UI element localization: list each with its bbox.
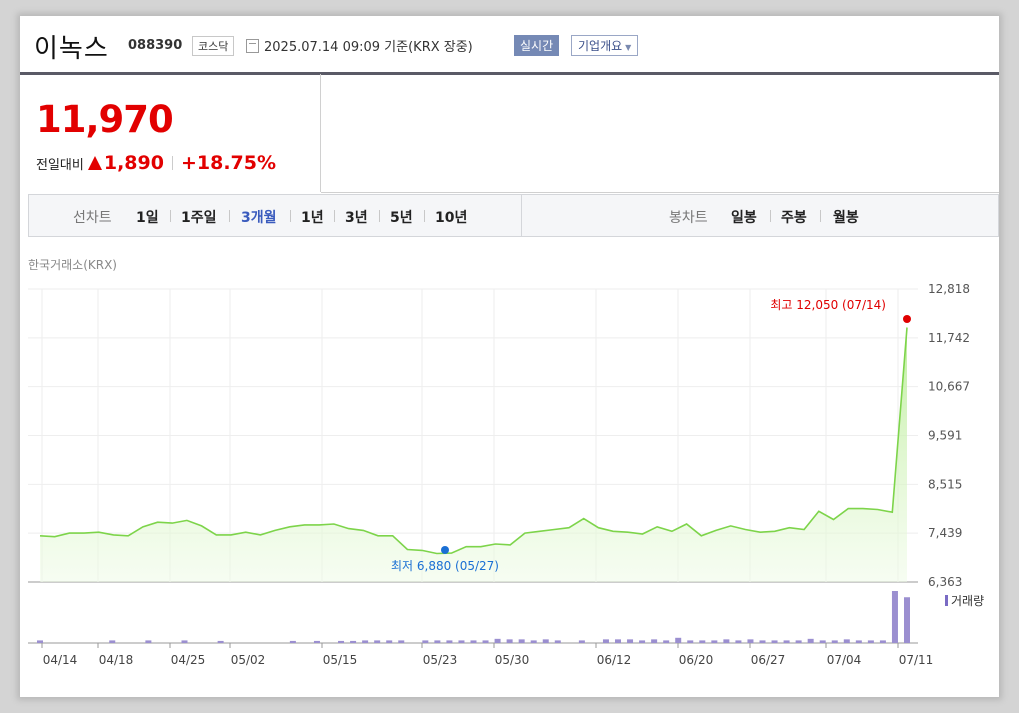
volume-bar [494,638,501,643]
x-tick-label: 04/14 [43,653,78,667]
volume-bar [313,640,320,643]
y-tick-label: 7,439 [928,526,962,540]
volume-bar [338,640,345,643]
volume-bar [783,640,790,643]
volume-legend-swatch [945,595,948,606]
volume-bar [458,640,465,643]
x-tick-label: 05/15 [323,653,358,667]
volume-bar [289,640,296,643]
volume-bar [578,640,585,643]
x-tick-label: 07/11 [899,653,934,667]
y-tick-label: 9,591 [928,429,962,443]
volume-bar [554,640,561,643]
volume-bar [843,639,850,643]
volume-bar [470,640,477,643]
volume-bar [639,640,646,643]
volume-bar [506,639,513,643]
x-tick-label: 04/25 [171,653,206,667]
volume-bar [867,640,874,643]
high-marker [903,315,911,323]
stock-widget: 이녹스 088390 코스닥 2025.07.14 09:09 기준(KRX 장… [20,16,999,697]
low-marker [441,546,449,554]
volume-bar [699,640,706,643]
volume-bar [181,640,188,643]
volume-bar [482,640,489,643]
low-label: 최저 6,880 (05/27) [391,559,499,573]
volume-bar [807,638,814,643]
volume-bar [675,637,682,643]
volume-bar [530,640,537,643]
volume-bar [735,640,742,643]
volume-bar [723,639,730,643]
volume-bar [891,591,898,643]
volume-bar [37,640,43,643]
x-tick-label: 05/30 [495,653,530,667]
volume-bar [819,640,826,643]
volume-bar [542,639,549,643]
high-label: 최고 12,050 (07/14) [770,298,886,312]
volume-bar [602,639,609,643]
volume-bar [109,640,116,643]
x-tick-label: 07/04 [827,653,862,667]
volume-bar [446,640,453,643]
volume-bar [362,640,369,643]
volume-bar [434,640,441,643]
price-chart[interactable]: 12,818 11,742 10,667 9,591 8,515 7,439 6,363 04… [20,16,999,697]
volume-bar [386,640,393,643]
volume-bar [747,639,754,643]
y-tick-label: 10,667 [928,380,970,394]
volume-bar [350,640,357,643]
y-tick-label: 8,515 [928,477,962,491]
x-tick-label: 06/20 [679,653,714,667]
volume-bar [663,640,670,643]
y-tick-label: 6,363 [928,575,962,589]
volume-bar [217,640,224,643]
x-tick-label: 05/02 [231,653,266,667]
volume-bar [771,640,778,643]
volume-bar [627,639,634,643]
volume-bar [831,640,838,643]
volume-bar [374,640,381,643]
volume-bar [145,640,152,643]
x-tick-label: 06/27 [751,653,786,667]
x-tick-label: 04/18 [99,653,134,667]
volume-bar [759,640,766,643]
volume-bar [518,639,525,643]
volume-bar [904,597,910,643]
volume-bar [855,640,862,643]
volume-bar [422,640,429,643]
volume-bar [879,640,886,643]
volume-bar [615,639,621,643]
x-tick-label: 05/23 [423,653,458,667]
volume-bar [651,639,658,643]
volume-bar [398,640,405,643]
y-tick-label: 11,742 [928,331,970,345]
x-tick-label: 06/12 [597,653,632,667]
volume-bar [795,640,802,643]
volume-bar [687,640,694,643]
volume-bar [711,640,718,643]
y-tick-label: 12,818 [928,282,970,296]
volume-legend-label: 거래량 [951,594,984,608]
